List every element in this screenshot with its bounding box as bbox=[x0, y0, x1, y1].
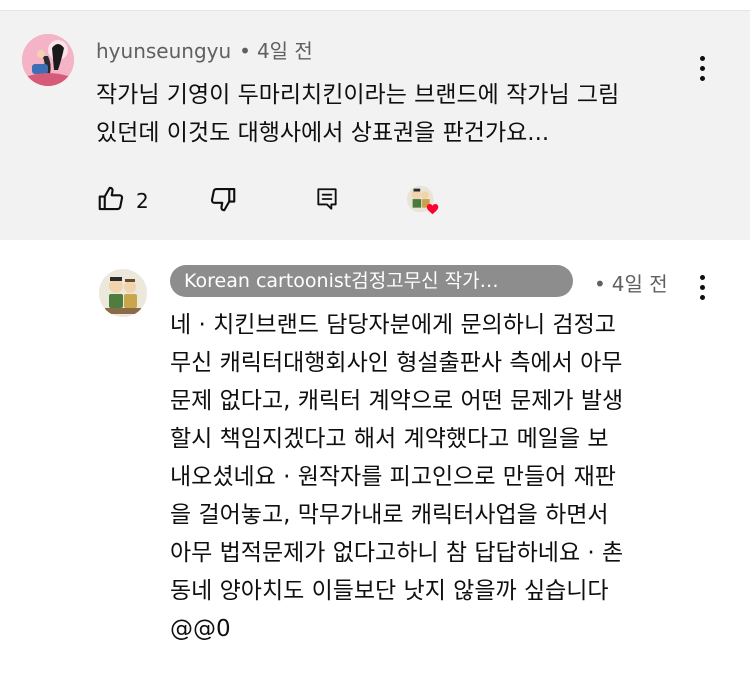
comment-meta: hyunseungyu • 4일 전 bbox=[96, 35, 313, 64]
comment-time[interactable]: 4일 전 bbox=[257, 39, 313, 63]
meta-separator: • bbox=[594, 272, 606, 296]
reply-line: 동네 양아치도 이들보단 낫지 않을까 싶습니다 bbox=[170, 578, 609, 604]
comment-line: 작가님 기영이 두마리치킨이라는 브랜드에 작가님 그림 bbox=[96, 82, 620, 108]
reply-meta: • 4일 전 bbox=[586, 268, 668, 297]
more-vert-icon[interactable] bbox=[699, 56, 707, 84]
reply-time[interactable]: 4일 전 bbox=[612, 272, 668, 296]
like-button[interactable]: 2 bbox=[96, 181, 149, 221]
author-name[interactable]: hyunseungyu bbox=[96, 39, 231, 63]
reply-body: 네 · 치킨브랜드 담당자분에게 문의하니 검정고 무신 캐릭터대행회사인 형설… bbox=[170, 306, 623, 648]
reply-line: 무신 캐릭터대행회사인 형설출판사 측에서 아무 bbox=[170, 350, 623, 376]
dislike-button[interactable] bbox=[208, 181, 238, 221]
top-divider bbox=[0, 0, 750, 11]
reply-line: 할시 책임지겠다고 해서 계약했다고 메일을 보 bbox=[170, 426, 609, 452]
reply-line: 내오셨네요 · 원작자를 피고인으로 만들어 재판 bbox=[170, 464, 616, 490]
creator-heart-icon bbox=[405, 181, 443, 221]
comment-body: 작가님 기영이 두마리치킨이라는 브랜드에 작가님 그림 있던데 이것도 대행사… bbox=[96, 76, 619, 152]
like-count: 2 bbox=[136, 189, 149, 213]
reply-author-name: Korean cartoonist검정고무신 작가… bbox=[184, 270, 499, 292]
reply-line: 네 · 치킨브랜드 담당자분에게 문의하니 검정고 bbox=[170, 312, 616, 338]
reply-line: @@0 bbox=[170, 616, 231, 642]
thumbs-up-icon bbox=[96, 184, 126, 218]
thumbs-down-icon bbox=[208, 184, 238, 218]
reply-button[interactable] bbox=[314, 181, 340, 221]
comment-thread: hyunseungyu • 4일 전 작가님 기영이 두마리치킨이라는 브랜드에 작… bbox=[0, 11, 750, 240]
channel-name-chip[interactable]: Korean cartoonist검정고무신 작가… bbox=[170, 265, 573, 297]
reply-line: 문제 없다고, 캐릭터 계약으로 어떤 문제가 발생 bbox=[170, 388, 624, 414]
reply-line: 아무 법적문제가 없다고하니 참 답답하네요 · 촌 bbox=[170, 540, 624, 566]
meta-separator: • bbox=[239, 39, 251, 63]
author-avatar[interactable] bbox=[22, 34, 74, 86]
reply-line: 을 걸어놓고, 막무가내로 캐릭터사업을 하면서 bbox=[170, 502, 609, 528]
reply-author-avatar[interactable] bbox=[99, 269, 147, 317]
reply-icon bbox=[314, 186, 340, 216]
more-vert-icon[interactable] bbox=[699, 275, 707, 303]
reply-thread: Korean cartoonist검정고무신 작가… • 4일 전 네 · 치킨브… bbox=[0, 240, 750, 687]
comment-line: 있던데 이것도 대행사에서 상표권을 판건가요... bbox=[96, 120, 550, 146]
